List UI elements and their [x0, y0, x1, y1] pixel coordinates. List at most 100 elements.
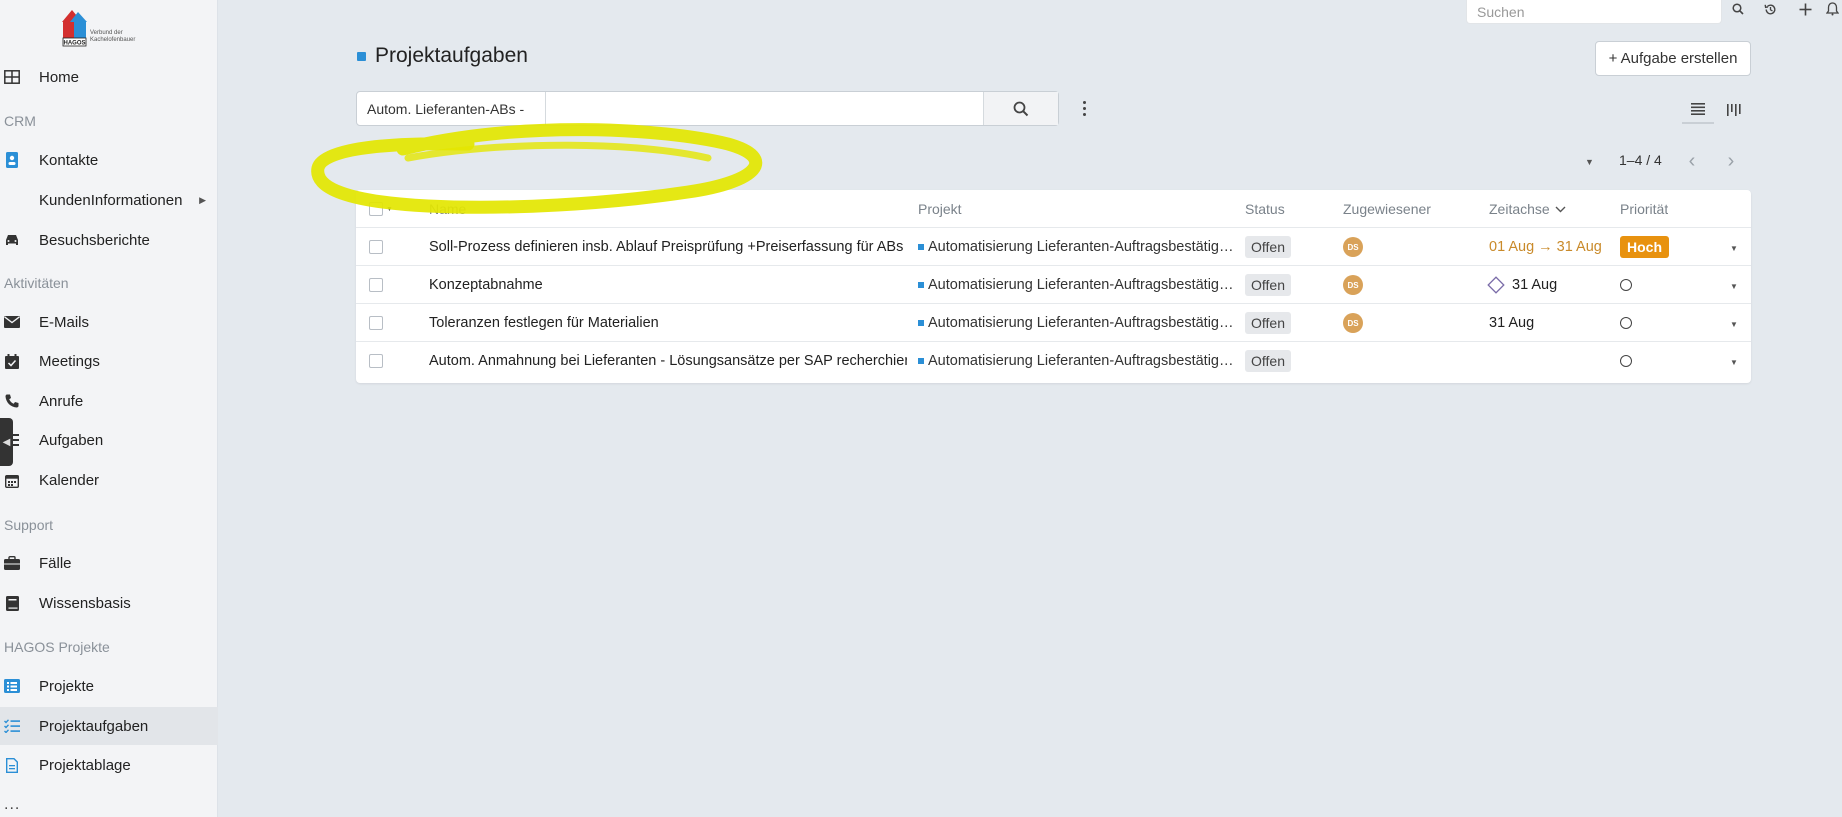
table-row[interactable]: Toleranzen festlegen für Materialien Aut…: [356, 304, 1751, 342]
project-link[interactable]: Automatisierung Lieferanten-Auftragsbest…: [918, 304, 1238, 342]
task-name-link[interactable]: Toleranzen festlegen für Materialien: [429, 304, 907, 342]
search-icon[interactable]: [1727, 0, 1749, 18]
project-link[interactable]: Automatisierung Lieferanten-Auftragsbest…: [918, 228, 1238, 266]
sidebar-item-label: Wissensbasis: [39, 594, 131, 612]
row-checkbox[interactable]: [369, 316, 383, 330]
column-header-prioritaet[interactable]: Priorität: [1620, 190, 1668, 228]
priority-badge: Hoch: [1620, 236, 1669, 258]
create-task-button[interactable]: + Aufgabe erstellen: [1595, 41, 1751, 76]
sidebar-item-label: Kontakte: [39, 151, 99, 169]
priority-empty-circle-icon[interactable]: [1620, 355, 1632, 367]
row-checkbox[interactable]: [369, 354, 383, 368]
sidebar-item-aufgaben[interactable]: Aufgaben: [0, 421, 218, 459]
milestone-diamond-icon: [1487, 276, 1505, 294]
sidebar-item-label: Projektaufgaben: [39, 717, 149, 735]
table-row[interactable]: Konzeptabnahme Automatisierung Lieferant…: [356, 266, 1751, 304]
sidebar-item-projektaufgaben[interactable]: Projektaufgaben: [0, 707, 218, 745]
assignee-avatar[interactable]: DS: [1343, 275, 1363, 295]
project-color-dot: [918, 244, 924, 250]
sidebar-section-aktivitaeten: Aktivitäten: [4, 275, 69, 291]
calendar-icon: [4, 472, 20, 488]
sidebar-item-faelle[interactable]: Fälle: [0, 544, 218, 582]
list-view-icon: [1691, 103, 1705, 115]
row-menu-caret-icon[interactable]: ▼: [1730, 244, 1738, 253]
project-link[interactable]: Automatisierung Lieferanten-Auftragsbest…: [918, 342, 1238, 380]
project-link[interactable]: Automatisierung Lieferanten-Auftragsbest…: [918, 266, 1238, 304]
sidebar-item-emails[interactable]: E-Mails: [0, 303, 218, 341]
sidebar-item-label: E-Mails: [39, 313, 90, 331]
sidebar-item-kundeninformationen[interactable]: KundenInformationen ▶: [0, 181, 218, 219]
table-row[interactable]: Autom. Anmahnung bei Lieferanten - Lösun…: [356, 342, 1751, 380]
sidebar-item-projektablage[interactable]: Projektablage: [0, 746, 218, 784]
hagos-logo[interactable]: HAGOS Verbund der Kachelofenbauer: [60, 4, 150, 48]
timeline-start: 01 Aug: [1489, 239, 1535, 255]
grid-icon: [4, 69, 20, 85]
filter-search-button[interactable]: [983, 92, 1058, 125]
next-page-chevron-icon[interactable]: ›: [1721, 150, 1741, 172]
row-menu-caret-icon[interactable]: ▼: [1730, 320, 1738, 329]
page-size-caret-icon[interactable]: ▼: [1585, 157, 1594, 167]
priority-empty-circle-icon[interactable]: [1620, 279, 1632, 291]
row-checkbox[interactable]: [369, 278, 383, 292]
plus-icon[interactable]: [1794, 0, 1816, 18]
pagination-range: 1–4 / 4: [1619, 152, 1662, 168]
envelope-icon: [4, 314, 20, 330]
caret-down-icon[interactable]: ▼: [386, 206, 393, 213]
select-all[interactable]: ▼: [369, 190, 399, 228]
sidebar-more-button[interactable]: ...: [4, 796, 20, 814]
caret-left-icon: ◀: [2, 436, 11, 448]
task-name-link[interactable]: Soll-Prozess definieren insb. Ablauf Pre…: [429, 228, 907, 266]
sidebar-collapse-handle[interactable]: ◀: [0, 418, 13, 466]
column-header-status[interactable]: Status: [1245, 190, 1285, 228]
assignee-avatar[interactable]: DS: [1343, 237, 1363, 257]
sidebar-item-label: Aufgaben: [39, 431, 104, 449]
column-header-zeitachse[interactable]: Zeitachse: [1489, 190, 1566, 228]
sidebar-item-home[interactable]: Home: [0, 58, 218, 96]
caret-right-icon: ▶: [199, 194, 206, 205]
tasks-table: ▼ Name Projekt Status Zugewiesener Zeita…: [356, 190, 1751, 383]
filter-text-input[interactable]: [546, 92, 983, 125]
task-name-link[interactable]: Konzeptabnahme: [429, 266, 907, 304]
project-name: Automatisierung Lieferanten-Auftragsbest…: [928, 353, 1238, 369]
column-header-projekt[interactable]: Projekt: [918, 190, 962, 228]
sort-chevron-down-icon: [1555, 206, 1566, 212]
project-color-dot: [918, 358, 924, 364]
sidebar-item-label: Fälle: [39, 554, 72, 572]
sidebar-item-kontakte[interactable]: Kontakte: [0, 141, 218, 179]
column-header-zeitachse-label: Zeitachse: [1489, 201, 1550, 217]
timeline: 01 Aug → 31 Aug: [1489, 228, 1602, 266]
sidebar-item-anrufe[interactable]: Anrufe: [0, 382, 218, 420]
bell-icon[interactable]: [1826, 0, 1842, 18]
filter-bar: Autom. Lieferanten-ABs -: [356, 91, 1059, 126]
sidebar-item-besuchsberichte[interactable]: Besuchsberichte: [0, 221, 218, 259]
row-checkbox[interactable]: [369, 240, 383, 254]
arrow-right-icon: →: [1538, 239, 1553, 255]
table-row[interactable]: Soll-Prozess definieren insb. Ablauf Pre…: [356, 228, 1751, 266]
priority-empty-circle-icon[interactable]: [1620, 317, 1632, 329]
sidebar-item-label: Anrufe: [39, 392, 84, 410]
sidebar-item-kalender[interactable]: Kalender: [0, 461, 218, 499]
sidebar-item-wissensbasis[interactable]: Wissensbasis: [0, 584, 218, 622]
column-header-zugewiesener[interactable]: Zugewiesener: [1343, 190, 1431, 228]
row-menu-caret-icon[interactable]: ▼: [1730, 282, 1738, 291]
sidebar-item-projekte[interactable]: Projekte: [0, 667, 218, 705]
select-all-checkbox[interactable]: [369, 202, 383, 216]
history-icon[interactable]: [1759, 0, 1781, 18]
global-search-input[interactable]: Suchen: [1466, 0, 1722, 24]
prev-page-chevron-icon[interactable]: ‹: [1682, 150, 1702, 172]
list-view-button[interactable]: [1682, 96, 1714, 124]
timeline: 31 Aug: [1489, 304, 1534, 342]
timeline-end: 31 Aug: [1556, 239, 1602, 255]
list-box-icon: [4, 678, 20, 694]
more-actions-kebab-icon[interactable]: [1076, 97, 1092, 119]
sidebar-section-hagos-projekte: HAGOS Projekte: [4, 639, 110, 655]
calendar-check-icon: [4, 353, 20, 369]
kanban-view-button[interactable]: [1718, 96, 1750, 124]
book-icon: [4, 595, 20, 611]
saved-filter-select[interactable]: Autom. Lieferanten-ABs -: [357, 92, 546, 125]
sidebar-item-meetings[interactable]: Meetings: [0, 342, 218, 380]
column-header-name[interactable]: Name: [429, 190, 466, 228]
assignee-avatar[interactable]: DS: [1343, 313, 1363, 333]
task-name-link[interactable]: Autom. Anmahnung bei Lieferanten - Lösun…: [429, 342, 907, 380]
row-menu-caret-icon[interactable]: ▼: [1730, 358, 1738, 367]
